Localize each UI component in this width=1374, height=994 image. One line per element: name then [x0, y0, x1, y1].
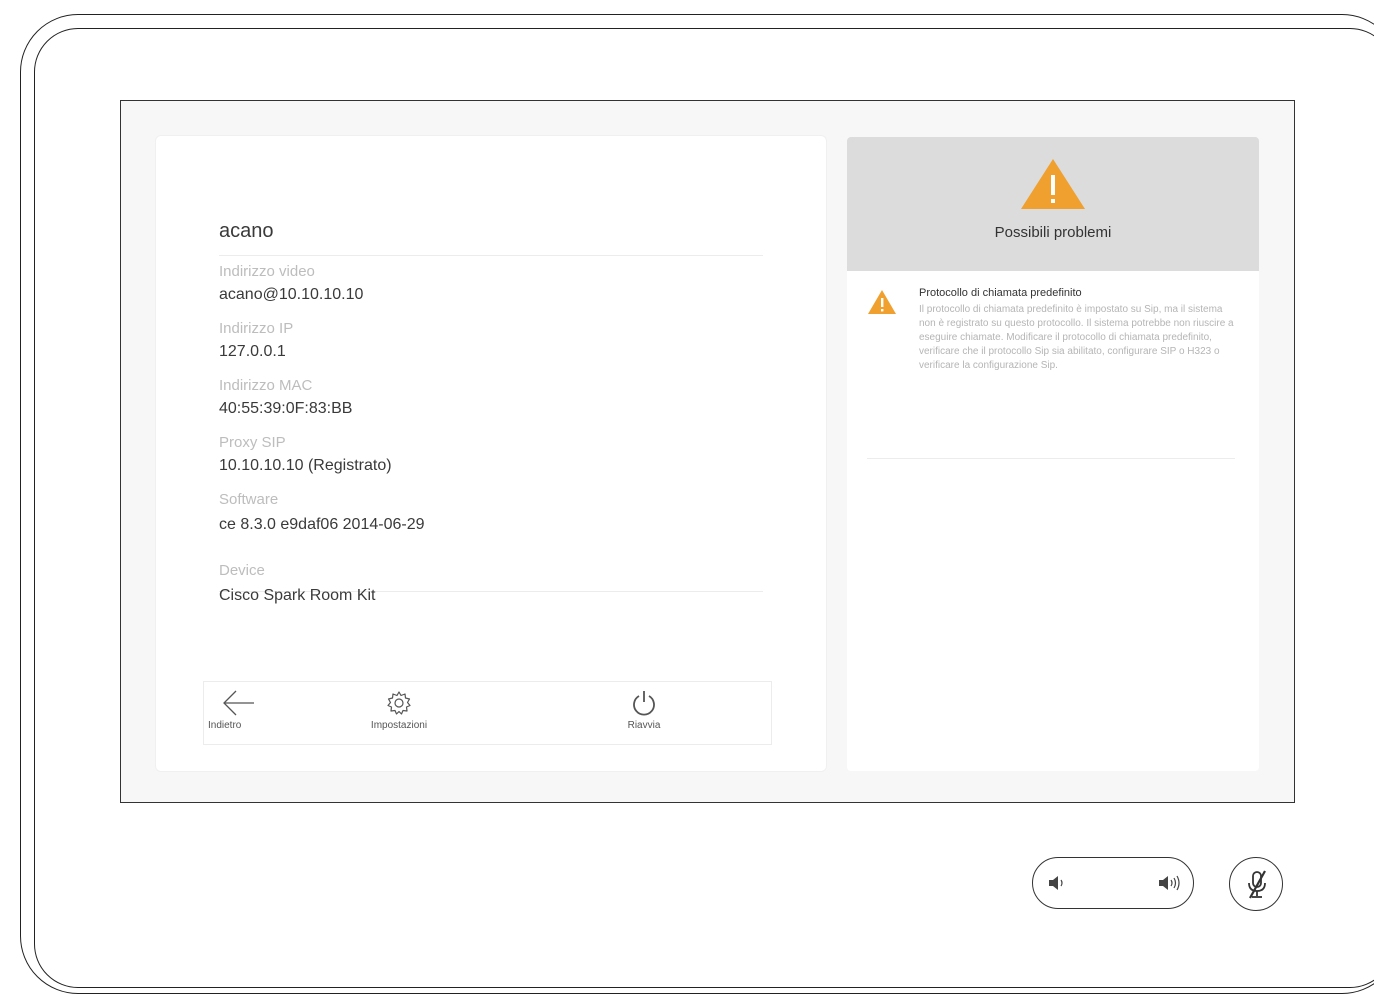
- ip-address-label: Indirizzo IP: [219, 320, 294, 337]
- divider: [219, 255, 763, 256]
- device-name: acano: [219, 220, 274, 242]
- device-model-label: Device: [219, 562, 265, 579]
- video-address-label: Indirizzo video: [219, 263, 315, 280]
- mac-address-label: Indirizzo MAC: [219, 377, 313, 394]
- settings-button[interactable]: Impostazioni: [351, 688, 447, 731]
- power-icon: [604, 688, 684, 718]
- sip-proxy-value: 10.10.10.10 (Registrato): [219, 457, 392, 474]
- ip-address-value: 127.0.0.1: [219, 343, 286, 360]
- software-label: Software: [219, 491, 279, 508]
- issue-description: Il protocollo di chiamata predefinito è …: [919, 304, 1234, 371]
- issues-title: Possibili problemi: [994, 224, 1112, 241]
- software-value: ce 8.3.0 e9daf06 2014-06-29: [219, 516, 425, 533]
- volume-control: [1032, 857, 1194, 909]
- sip-proxy-label: Proxy SIP: [219, 434, 286, 451]
- restart-label: Riavvia: [627, 720, 661, 731]
- settings-label: Impostazioni: [370, 720, 428, 731]
- issue-title: Protocollo di chiamata predefinito: [919, 287, 1082, 299]
- issues-header: Possibili problemi: [847, 137, 1259, 271]
- back-button[interactable]: Indietro: [208, 688, 268, 731]
- arrow-left-icon: [208, 688, 268, 718]
- mute-microphone-button[interactable]: [1229, 857, 1283, 911]
- back-label: Indietro: [208, 720, 242, 731]
- device-model-value: Cisco Spark Room Kit: [219, 587, 376, 604]
- bottom-action-bar: Indietro Impostazioni Riavvia: [203, 681, 772, 745]
- restart-button[interactable]: Riavvia: [604, 688, 684, 731]
- issues-panel: Possibili problemi Protocollo di chiamat…: [847, 137, 1259, 771]
- volume-up-icon[interactable]: [1157, 874, 1181, 897]
- warning-triangle-icon: [1019, 157, 1087, 216]
- volume-down-icon[interactable]: [1047, 874, 1067, 897]
- gear-icon: [351, 688, 447, 718]
- touch-screen: acano Indirizzo video acano@10.10.10.10 …: [120, 100, 1295, 803]
- mac-address-value: 40:55:39:0F:83:BB: [219, 400, 353, 417]
- warning-triangle-icon: [867, 289, 897, 320]
- device-info-panel: acano Indirizzo video acano@10.10.10.10 …: [155, 135, 827, 772]
- divider: [867, 458, 1235, 459]
- video-address-value: acano@10.10.10.10: [219, 286, 364, 303]
